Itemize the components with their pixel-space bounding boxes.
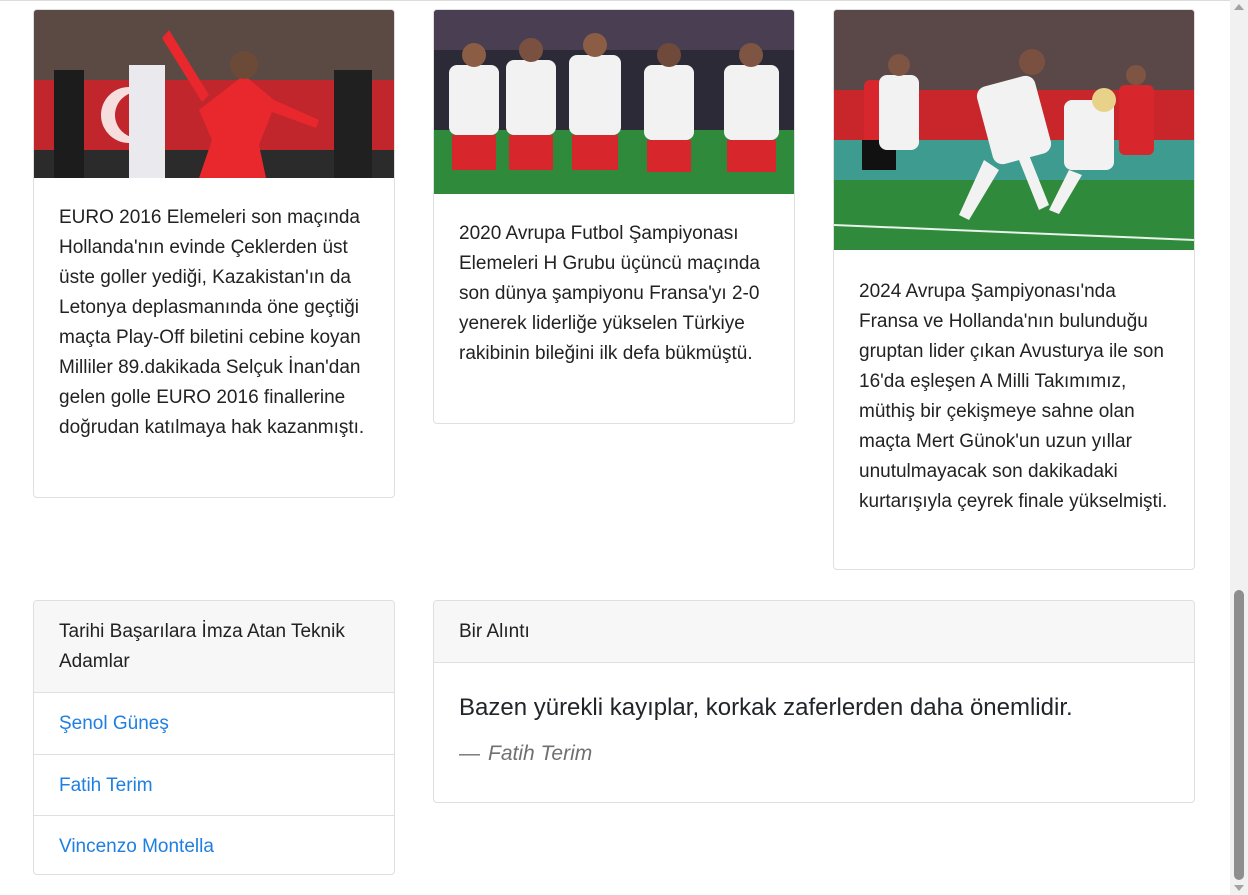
- scroll-up-arrow-icon[interactable]: [1234, 4, 1244, 10]
- scroll-down-arrow-icon[interactable]: [1234, 885, 1244, 891]
- quote-card-header: Bir Alıntı: [434, 601, 1194, 663]
- scroll-thumb[interactable]: [1234, 590, 1244, 880]
- card-text-euro2024: 2024 Avrupa Şampiyonası'nda Fransa ve Ho…: [859, 281, 1168, 512]
- quote-body: Bazen yürekli kayıplar, korkak zaferlerd…: [434, 663, 1194, 795]
- quote-author: Fatih Terim: [488, 742, 593, 765]
- coach-link-fatih-terim[interactable]: Fatih Terim: [34, 754, 394, 815]
- top-divider: [0, 0, 1230, 1]
- coach-link-vincenzo-montella[interactable]: Vincenzo Montella: [34, 815, 394, 874]
- card-image-euro2024: [834, 10, 1194, 250]
- history-card-euro2024: 2024 Avrupa Şampiyonası'nda Fransa ve Ho…: [833, 9, 1195, 570]
- quote-text: Bazen yürekli kayıplar, korkak zaferlerd…: [459, 694, 1073, 721]
- card-text-euro2016: EURO 2016 Elemeleri son maçında Hollanda…: [59, 207, 365, 438]
- coaches-list-card: Tarihi Başarılara İmza Atan Teknik Adaml…: [33, 600, 395, 875]
- quote-footer: — Fatih Terim: [459, 739, 1169, 769]
- history-card-euro2016: EURO 2016 Elemeleri son maçında Hollanda…: [33, 9, 395, 498]
- coaches-list-title: Tarihi Başarılara İmza Atan Teknik Adaml…: [34, 601, 394, 693]
- quote-card: Bir Alıntı Bazen yürekli kayıplar, korka…: [433, 600, 1195, 803]
- coach-link-senol-gunes[interactable]: Şenol Güneş: [34, 693, 394, 754]
- history-card-euro2020: 2020 Avrupa Futbol Şampiyonası Elemeleri…: [433, 9, 795, 424]
- page-scrollbar[interactable]: [1230, 0, 1248, 895]
- card-image-euro2016: [34, 10, 394, 178]
- card-image-euro2020: [434, 10, 794, 194]
- quote-dash: —: [459, 742, 480, 765]
- card-text-euro2020: 2020 Avrupa Futbol Şampiyonası Elemeleri…: [459, 223, 760, 364]
